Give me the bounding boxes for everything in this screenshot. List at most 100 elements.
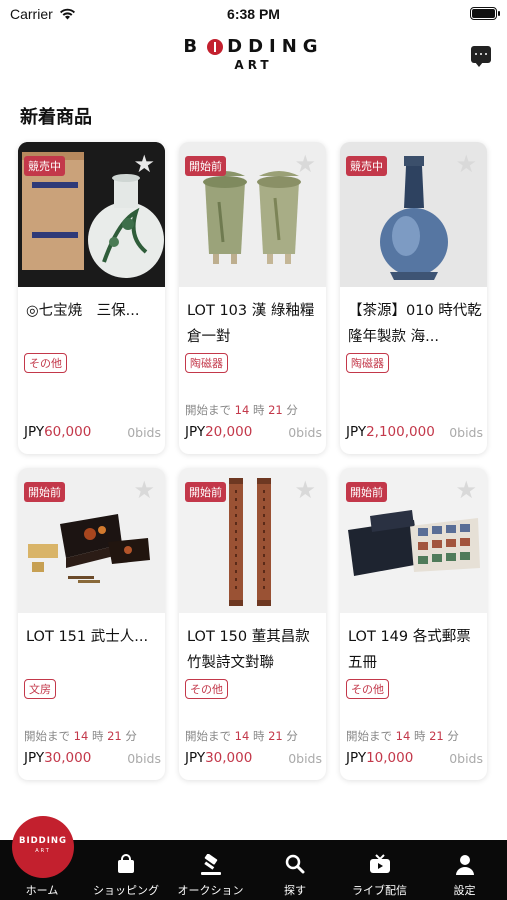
search-icon bbox=[285, 854, 305, 874]
hour-unit: 時 bbox=[413, 729, 426, 743]
price: JPY10,000 bbox=[346, 750, 413, 766]
favorite-star-icon[interactable]: ★ bbox=[455, 478, 477, 502]
logo-wordmark: B DDING bbox=[183, 36, 323, 57]
price: JPY20,000 bbox=[185, 424, 252, 440]
countdown: 開始まで 14 時 21 分 bbox=[24, 728, 137, 744]
tab-label: オークション bbox=[177, 884, 244, 897]
countdown-minutes: 21 bbox=[429, 729, 444, 743]
tab-shopping[interactable]: ショッピング bbox=[84, 840, 168, 900]
minute-unit: 分 bbox=[286, 729, 298, 743]
product-title: 【茶源】010 時代乾隆年製款 海... bbox=[348, 303, 482, 345]
price: JPY30,000 bbox=[24, 750, 91, 766]
product-card[interactable]: 開始前 ★ LOT 150 董其昌款竹製詩文對聯 その他 開始まで 14 時 2… bbox=[179, 468, 326, 780]
countdown: 開始まで 14 時 21 分 bbox=[346, 728, 459, 744]
countdown: 開始まで 14 時 21 分 bbox=[185, 728, 298, 744]
tab-settings[interactable]: 設定 bbox=[422, 840, 507, 900]
status-badge: 開始前 bbox=[346, 482, 387, 502]
bidding-art-logo[interactable]: B DDING ART bbox=[0, 36, 507, 72]
status-badge: 競売中 bbox=[24, 156, 65, 176]
product-image: 競売中 ★ bbox=[18, 142, 165, 287]
countdown-hours: 14 bbox=[234, 403, 250, 417]
countdown-minutes: 21 bbox=[268, 729, 283, 743]
countdown-prefix: 開始まで bbox=[24, 729, 70, 743]
price: JPY30,000 bbox=[185, 750, 252, 766]
countdown-hours: 14 bbox=[395, 729, 411, 743]
status-bar: Carrier 6:38 PM bbox=[0, 0, 507, 30]
hour-unit: 時 bbox=[252, 729, 265, 743]
favorite-star-icon[interactable]: ★ bbox=[133, 152, 155, 176]
countdown-hours: 14 bbox=[234, 729, 250, 743]
product-card[interactable]: 開始前 ★ LOT 103 漢 綠釉糧倉一對 陶磁器 開始まで 14 時 21 … bbox=[179, 142, 326, 454]
logo-rest: DDING bbox=[227, 36, 324, 57]
product-image: 開始前 ★ bbox=[179, 142, 326, 287]
product-title: LOT 150 董其昌款竹製詩文對聯 bbox=[187, 629, 310, 671]
favorite-star-icon[interactable]: ★ bbox=[133, 478, 155, 502]
tab-label: ライブ配信 bbox=[352, 884, 407, 897]
product-card[interactable]: 開始前 ★ LOT 151 武士人... 文房 開始まで 14 時 21 分 J… bbox=[18, 468, 165, 780]
hour-unit: 時 bbox=[91, 729, 104, 743]
home-badge-sub: ART bbox=[35, 848, 51, 854]
product-title: LOT 103 漢 綠釉糧倉一對 bbox=[187, 303, 315, 345]
tab-label: ホーム bbox=[25, 884, 59, 897]
product-card[interactable]: 競売中 ★ 【茶源】010 時代乾隆年製款 海... 陶磁器 JPY2,100,… bbox=[340, 142, 487, 454]
tab-bar: ホーム ショッピング オークション 探す ライブ配信 設定 bbox=[0, 840, 507, 900]
favorite-star-icon[interactable]: ★ bbox=[455, 152, 477, 176]
product-image: 競売中 ★ bbox=[340, 142, 487, 287]
chat-dots bbox=[475, 53, 487, 55]
home-badge-main: BIDDING bbox=[18, 836, 67, 846]
tab-label: 設定 bbox=[453, 884, 476, 897]
user-icon bbox=[455, 855, 474, 875]
minute-unit: 分 bbox=[125, 729, 137, 743]
home-logo-icon[interactable]: BIDDING ART bbox=[12, 816, 74, 878]
bid-count: 0bids bbox=[288, 425, 322, 440]
price-amount: 30,000 bbox=[44, 750, 92, 766]
status-badge: 競売中 bbox=[346, 156, 387, 176]
price-amount: 20,000 bbox=[205, 424, 253, 440]
bid-count: 0bids bbox=[449, 425, 483, 440]
tab-label: ショッピング bbox=[93, 884, 159, 897]
shopping-bag-icon bbox=[118, 854, 134, 873]
category-tag: その他 bbox=[346, 679, 389, 699]
gavel-icon bbox=[200, 854, 221, 875]
favorite-star-icon[interactable]: ★ bbox=[294, 152, 316, 176]
status-badge: 開始前 bbox=[185, 482, 226, 502]
countdown-prefix: 開始まで bbox=[346, 729, 392, 743]
product-card[interactable]: 競売中 ★ ◎七宝焼 三保... その他 JPY60,000 0bids bbox=[18, 142, 165, 454]
product-image: 開始前 ★ bbox=[340, 468, 487, 613]
countdown-minutes: 21 bbox=[268, 403, 283, 417]
logo-sub: ART bbox=[234, 58, 273, 72]
countdown-hours: 14 bbox=[73, 729, 89, 743]
category-tag: その他 bbox=[185, 679, 228, 699]
hour-unit: 時 bbox=[252, 403, 265, 417]
bid-count: 0bids bbox=[127, 425, 161, 440]
chat-bubble-icon[interactable] bbox=[471, 46, 491, 67]
status-time: 6:38 PM bbox=[227, 6, 280, 22]
tab-search[interactable]: 探す bbox=[253, 840, 337, 900]
category-tag: 陶磁器 bbox=[185, 353, 228, 373]
bid-count: 0bids bbox=[449, 751, 483, 766]
logo-mark-icon bbox=[207, 38, 224, 55]
battery-icon bbox=[470, 7, 500, 20]
product-title: ◎七宝焼 三保... bbox=[26, 303, 140, 319]
status-badge: 開始前 bbox=[24, 482, 65, 502]
tab-live[interactable]: ライブ配信 bbox=[337, 840, 422, 900]
category-tag: 陶磁器 bbox=[346, 353, 389, 373]
favorite-star-icon[interactable]: ★ bbox=[294, 478, 316, 502]
currency: JPY bbox=[185, 750, 206, 766]
live-stream-icon bbox=[369, 854, 390, 873]
price-amount: 2,100,000 bbox=[366, 424, 435, 440]
product-image: 開始前 ★ bbox=[179, 468, 326, 613]
bid-count: 0bids bbox=[127, 751, 161, 766]
product-card[interactable]: 開始前 ★ LOT 149 各式郵票五冊 その他 開始まで 14 時 21 分 … bbox=[340, 468, 487, 780]
price: JPY60,000 bbox=[24, 424, 91, 440]
section-title: 新着商品 bbox=[20, 107, 92, 128]
currency: JPY bbox=[185, 424, 206, 440]
price: JPY2,100,000 bbox=[346, 424, 435, 440]
currency: JPY bbox=[24, 424, 45, 440]
tab-auction[interactable]: オークション bbox=[168, 840, 253, 900]
category-tag: その他 bbox=[24, 353, 67, 373]
currency: JPY bbox=[346, 750, 367, 766]
minute-unit: 分 bbox=[447, 729, 459, 743]
minute-unit: 分 bbox=[286, 403, 298, 417]
product-title: LOT 149 各式郵票五冊 bbox=[348, 629, 471, 671]
